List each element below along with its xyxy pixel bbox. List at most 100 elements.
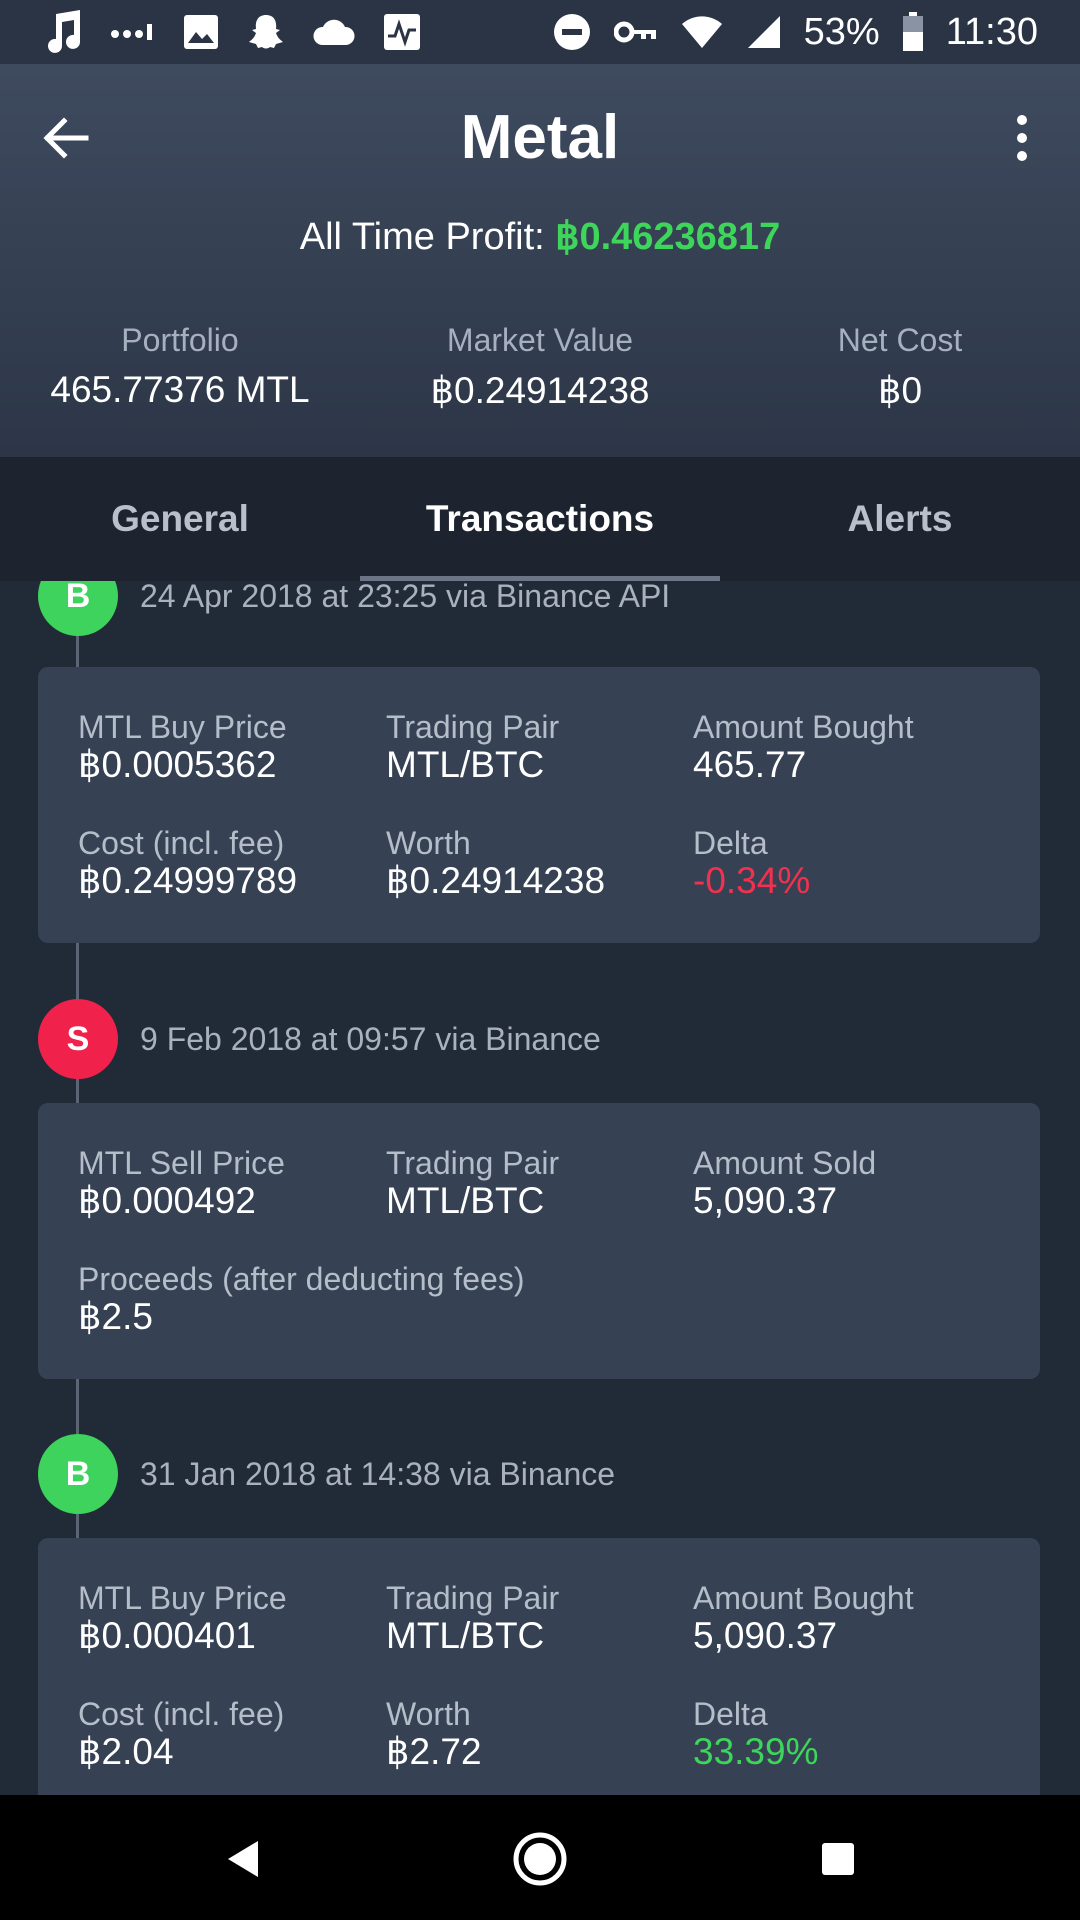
page-title: Metal [460, 103, 620, 172]
transaction-header: B 31 Jan 2018 at 14:38 via Binance [38, 1434, 615, 1514]
overflow-menu-button[interactable] [994, 110, 1050, 166]
field-value: ฿2.5 [78, 1296, 153, 1337]
transaction-list[interactable]: B 24 Apr 2018 at 23:25 via Binance API M… [0, 581, 1080, 1795]
tab-bar: General Transactions Alerts [0, 457, 1080, 581]
tab-transactions[interactable]: Transactions [360, 457, 720, 581]
sell-badge: S [38, 999, 118, 1079]
delta-value: 33.39% [693, 1731, 819, 1772]
field-label: Delta [693, 1696, 768, 1732]
delta-cell: Delta 33.39% [693, 1696, 819, 1772]
net-cost-stat: Net Cost ฿0 [720, 322, 1080, 412]
transaction-card[interactable]: MTL Sell Price ฿0.000492 Trading Pair MT… [38, 1103, 1040, 1379]
field-value: ฿2.04 [78, 1731, 174, 1772]
field-label: Delta [693, 825, 768, 861]
field-value: 5,090.37 [693, 1615, 838, 1656]
buy-price-cell: MTL Buy Price ฿0.0005362 [78, 709, 287, 785]
field-label: Worth [386, 1696, 471, 1732]
field-value: ฿0.24914238 [386, 860, 606, 901]
sell-price-cell: MTL Sell Price ฿0.000492 [78, 1145, 285, 1221]
stat-label: Net Cost [837, 322, 963, 358]
image-icon [182, 13, 220, 51]
delta-value: -0.34% [693, 860, 811, 901]
cost-cell: Cost (incl. fee) ฿2.04 [78, 1696, 284, 1772]
buy-price-cell: MTL Buy Price ฿0.000401 [78, 1580, 287, 1656]
field-value: 5,090.37 [693, 1180, 838, 1221]
pulse-icon [382, 12, 422, 52]
delta-cell: Delta -0.34% [693, 825, 810, 901]
coin-header: Metal All Time Profit: ฿0.46236817 Portf… [0, 64, 1080, 457]
buy-badge: B [38, 1434, 118, 1514]
system-nav-bar [0, 1795, 1080, 1920]
clock: 11:30 [945, 10, 1038, 53]
field-value: MTL/BTC [386, 1180, 545, 1221]
field-label: Amount Bought [693, 709, 914, 745]
field-label: MTL Buy Price [78, 1580, 287, 1616]
field-label: MTL Sell Price [78, 1145, 285, 1181]
transaction-date: 9 Feb 2018 at 09:57 via Binance [140, 1020, 601, 1057]
cost-cell: Cost (incl. fee) ฿0.24999789 [78, 825, 297, 901]
field-value: ฿2.72 [386, 1731, 482, 1772]
battery-percent: 53% [803, 10, 880, 53]
field-value: ฿0.0005362 [78, 744, 277, 785]
tab-general[interactable]: General [0, 457, 360, 581]
market-value-stat: Market Value ฿0.24914238 [360, 322, 720, 412]
field-value: MTL/BTC [386, 744, 545, 785]
nav-home-button[interactable] [510, 1829, 570, 1889]
stat-label: Portfolio [121, 322, 239, 358]
more-vert-icon [1017, 115, 1027, 161]
cloud-icon [312, 17, 356, 47]
signal-icon [746, 14, 782, 50]
stat-value: ฿0 [877, 370, 923, 411]
home-circle-icon [513, 1832, 567, 1886]
field-value: MTL/BTC [386, 1615, 545, 1656]
amount-bought-cell: Amount Bought 465.77 [693, 709, 914, 785]
field-value: ฿0.000401 [78, 1615, 256, 1656]
triangle-back-icon [228, 1841, 258, 1877]
field-label: Amount Sold [693, 1145, 877, 1181]
nav-recents-button[interactable] [808, 1829, 868, 1889]
profit-label: All Time Profit: [299, 216, 556, 258]
all-time-profit: All Time Profit: ฿0.46236817 [0, 214, 1080, 259]
worth-cell: Worth ฿0.24914238 [386, 825, 605, 901]
nav-back-button[interactable] [212, 1829, 272, 1889]
trading-pair-cell: Trading Pair MTL/BTC [386, 709, 559, 785]
field-label: Amount Bought [693, 1580, 914, 1616]
stat-value: ฿0.24914238 [430, 370, 650, 411]
tab-alerts[interactable]: Alerts [720, 457, 1080, 581]
field-label: Worth [386, 825, 471, 861]
transaction-date: 24 Apr 2018 at 23:25 via Binance API [140, 581, 671, 614]
transaction-card[interactable]: MTL Buy Price ฿0.000401 Trading Pair MTL… [38, 1538, 1040, 1795]
worth-cell: Worth ฿2.72 [386, 1696, 482, 1772]
field-value: 465.77 [693, 744, 807, 785]
field-label: Trading Pair [386, 1145, 560, 1181]
music-icon [44, 10, 84, 54]
snapchat-icon [246, 12, 286, 52]
amount-sold-cell: Amount Sold 5,090.37 [693, 1145, 876, 1221]
portfolio-stat: Portfolio 465.77376 MTL [0, 322, 360, 411]
field-label: Proceeds (after deducting fees) [78, 1261, 525, 1297]
field-label: Cost (incl. fee) [78, 1696, 285, 1732]
battery-icon [902, 12, 924, 52]
dots-icon [110, 22, 156, 42]
trading-pair-cell: Trading Pair MTL/BTC [386, 1145, 559, 1221]
transaction-card[interactable]: MTL Buy Price ฿0.0005362 Trading Pair MT… [38, 667, 1040, 943]
field-label: Cost (incl. fee) [78, 825, 285, 861]
amount-bought-cell: Amount Bought 5,090.37 [693, 1580, 914, 1656]
proceeds-cell: Proceeds (after deducting fees) ฿2.5 [78, 1261, 524, 1337]
field-value: ฿0.24999789 [78, 860, 298, 901]
trading-pair-cell: Trading Pair MTL/BTC [386, 1580, 559, 1656]
field-value: ฿0.000492 [78, 1180, 256, 1221]
profit-value: ฿0.46236817 [555, 216, 781, 258]
transaction-header: S 9 Feb 2018 at 09:57 via Binance [38, 999, 601, 1079]
vpn-key-icon [613, 19, 658, 45]
transaction-header: B 24 Apr 2018 at 23:25 via Binance API [38, 581, 670, 636]
do-not-disturb-icon [552, 12, 592, 52]
field-label: Trading Pair [386, 1580, 560, 1616]
transaction-date: 31 Jan 2018 at 14:38 via Binance [140, 1455, 616, 1492]
field-label: Trading Pair [386, 709, 560, 745]
buy-badge: B [38, 581, 118, 636]
square-recents-icon [822, 1843, 854, 1875]
stat-label: Market Value [446, 322, 634, 358]
status-bar: 53% 11:30 [0, 0, 1080, 64]
wifi-icon [680, 14, 724, 50]
